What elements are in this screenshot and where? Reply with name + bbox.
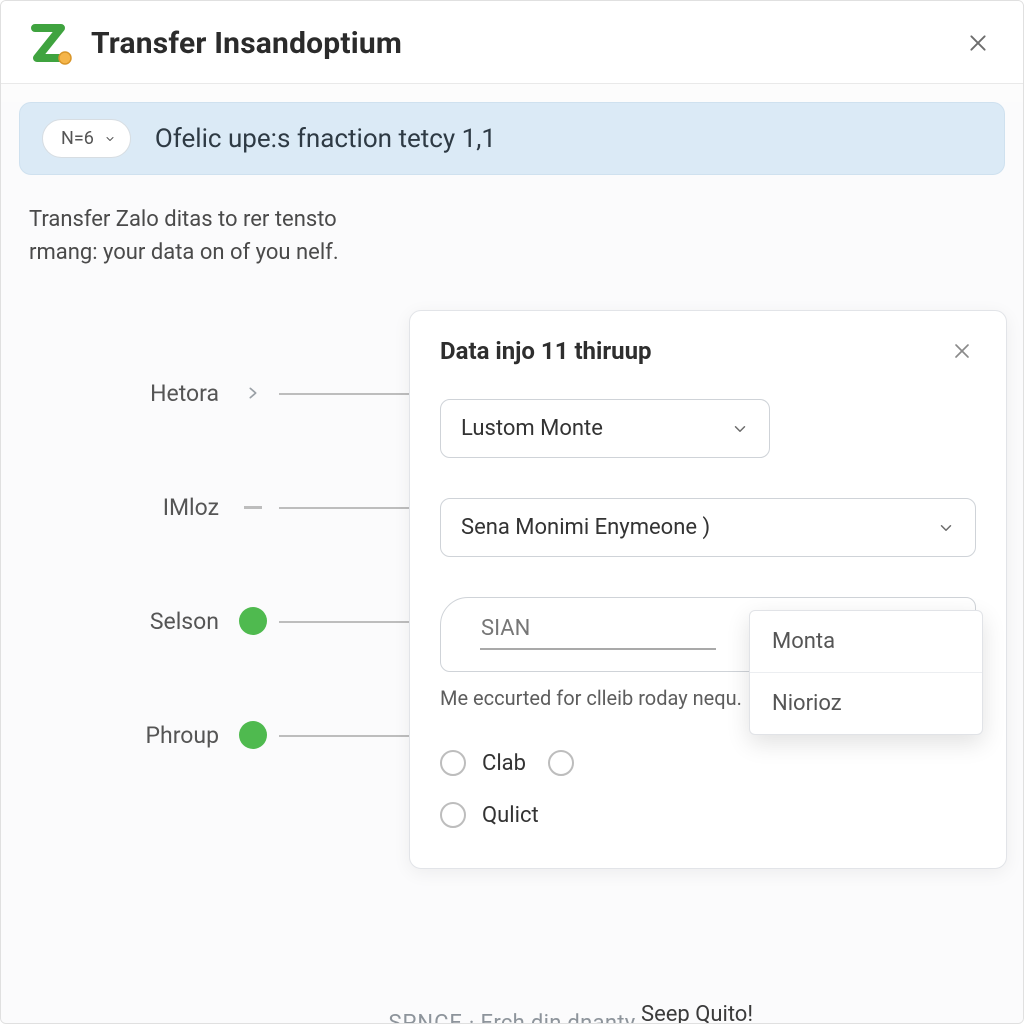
close-icon — [953, 342, 971, 360]
description-line-2: rmang: your data on of you nelf. — [29, 236, 353, 269]
description-text: Transfer Zalo ditas to rer tensto rmang:… — [1, 175, 381, 275]
dropdown-popover: Monta Niorioz — [749, 610, 983, 735]
step-label: Selson — [29, 608, 239, 635]
dropdown-option-label: Niorioz — [772, 691, 842, 716]
step-connector-line — [279, 621, 409, 623]
radio-group: Clab Qulict — [440, 750, 976, 828]
step-dot-marker — [239, 721, 267, 749]
window-title: Transfer Insandoptium — [91, 26, 402, 61]
step-list: Hetora IMloz Selson Phroup — [29, 354, 409, 774]
step-connector-line — [279, 507, 409, 509]
close-window-button[interactable] — [961, 26, 995, 60]
chevron-down-icon — [937, 519, 955, 537]
info-bar: N=6 Ofelic upe:s fnaction tetcy 1,1 — [19, 102, 1005, 175]
select-hetora[interactable]: Lustom Monte — [440, 399, 770, 458]
step-row-hetora: Hetora — [29, 354, 409, 432]
title-left-group: Transfer Insandoptium — [25, 19, 402, 67]
field-imloz: Sena Monimi Enymeone ) — [440, 498, 976, 557]
app-window: Transfer Insandoptium N=6 Ofelic upe:s f… — [0, 0, 1024, 1024]
step-row-imloz: IMloz — [29, 468, 409, 546]
dropdown-option-monta[interactable]: Monta — [750, 611, 982, 672]
radio-option-clab[interactable]: Clab — [440, 750, 526, 776]
title-bar: Transfer Insandoptium — [1, 1, 1023, 84]
step-connector-line — [279, 393, 409, 395]
radio-option-qulict[interactable]: Qulict — [440, 802, 539, 828]
step-label: Phroup — [29, 722, 239, 749]
close-icon — [968, 33, 988, 53]
radio-row-2: Qulict — [440, 802, 976, 828]
radio-icon — [548, 750, 574, 776]
panel-close-button[interactable] — [948, 337, 976, 365]
description-line-1: Transfer Zalo ditas to rer tensto — [29, 203, 353, 236]
page-footer: SPNCE · Erch din dnanty — [1, 1011, 1023, 1024]
footer-tail: Erch din dnanty — [481, 1011, 636, 1024]
radio-row-1: Clab — [440, 750, 976, 776]
selson-input-value: SIAN — [481, 616, 530, 641]
radio-icon — [440, 802, 466, 828]
radio-label: Qulict — [482, 803, 539, 828]
step-connector-line — [279, 735, 409, 737]
form-panel: Data injo 11 thiruup Lustom Monte Sena M… — [409, 310, 1007, 869]
step-arrow-icon — [239, 385, 267, 401]
step-row-selson: Selson — [29, 582, 409, 660]
step-label: Hetora — [29, 380, 239, 407]
field-hetora: Lustom Monte — [440, 399, 976, 458]
select-hetora-value: Lustom Monte — [461, 416, 603, 441]
info-pill-label: N=6 — [61, 128, 94, 149]
radio-icon — [440, 750, 466, 776]
info-pill-dropdown[interactable]: N=6 — [42, 119, 131, 158]
dropdown-option-niorioz[interactable]: Niorioz — [750, 672, 982, 734]
radio-option-empty[interactable] — [548, 750, 574, 776]
radio-label: Clab — [482, 751, 526, 776]
dropdown-option-label: Monta — [772, 629, 835, 654]
select-imloz[interactable]: Sena Monimi Enymeone ) — [440, 498, 976, 557]
chevron-down-icon — [731, 420, 749, 438]
content-area: N=6 Ofelic upe:s fnaction tetcy 1,1 Tran… — [1, 102, 1023, 1024]
chevron-down-icon — [104, 133, 116, 145]
footer-separator: · — [469, 1011, 481, 1024]
info-bar-text: Ofelic upe:s fnaction tetcy 1,1 — [155, 124, 496, 154]
field-phroup: Clab Qulict — [440, 750, 976, 828]
footer-brand: SPNCE — [388, 1011, 462, 1024]
select-imloz-value: Sena Monimi Enymeone ) — [461, 515, 710, 540]
step-label: IMloz — [29, 494, 239, 521]
input-underline — [480, 648, 716, 650]
step-dot-marker — [239, 607, 267, 635]
panel-header: Data injo 11 thiruup — [440, 337, 976, 365]
panel-title: Data injo 11 thiruup — [440, 337, 652, 365]
app-logo-icon — [25, 19, 73, 67]
step-row-phroup: Phroup — [29, 696, 409, 774]
step-line-marker — [239, 506, 267, 509]
